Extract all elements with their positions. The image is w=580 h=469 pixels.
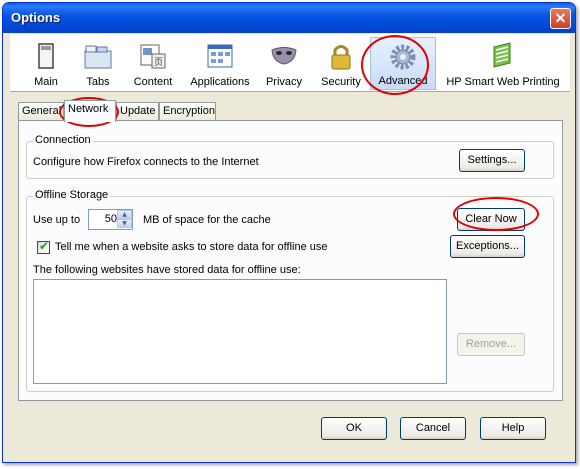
connection-caption: Connection [33,134,93,146]
cache-size-value[interactable]: 50 [89,210,117,229]
toolbar-applications-label: Applications [190,76,250,88]
offline-list-label: The following websites have stored data … [33,264,301,276]
options-dialog: Options ✕ Main Tabs 页 Content Applicatio… [2,2,576,463]
window-title: Options [11,10,61,25]
use-up-to-label: Use up to [33,214,81,226]
toolbar-advanced-label: Advanced [378,75,428,87]
tab-encryption[interactable]: Encryption [159,102,216,121]
network-panel: Connection Configure how Firefox connect… [18,120,563,401]
offline-storage-caption: Offline Storage [33,189,111,201]
toolbar-privacy-button[interactable]: Privacy [260,37,308,90]
toolbar-content-button[interactable]: 页 Content [126,37,180,90]
spin-up-icon[interactable]: ▲ [117,210,132,219]
hp-smart-web-printing-icon [493,42,511,68]
content-icon: 页 [140,44,166,69]
toolbar-privacy-label: Privacy [265,76,303,88]
connection-description: Configure how Firefox connects to the In… [33,156,259,168]
toolbar-main-button[interactable]: Main [24,37,68,90]
toolbar-security-button[interactable]: Security [316,37,366,90]
close-button[interactable]: ✕ [550,8,571,29]
checkmark-icon: ✔ [39,239,50,253]
offline-storage-group: Offline Storage Use up to 50 ▲ ▼ MB of s… [26,189,554,392]
settings-button[interactable]: Settings... [459,149,525,172]
toolbar-applications-button[interactable]: Applications [186,37,254,90]
toolbar-hp-smart-web-printing-button[interactable]: HP Smart Web Printing [442,37,564,90]
cache-suffix-label: MB of space for the cache [143,214,271,226]
tab-general[interactable]: General [18,102,64,121]
spin-down-icon[interactable]: ▼ [117,219,132,228]
main-window-icon [38,43,54,69]
cancel-button[interactable]: Cancel [400,417,466,440]
toolbar-tabs-button[interactable]: Tabs [76,37,120,90]
toolbar-main-label: Main [34,76,58,88]
clear-now-button[interactable]: Clear Now [457,208,525,231]
toolbar-hp-label: HP Smart Web Printing [446,76,560,88]
tell-me-label[interactable]: Tell me when a website asks to store dat… [55,241,328,253]
help-button[interactable]: Help [480,417,546,440]
svg-text:页: 页 [154,57,163,68]
options-toolbar: Main Tabs 页 Content Applications Privacy… [10,34,570,92]
ok-button[interactable]: OK [321,417,387,440]
toolbar-content-label: Content [133,76,173,88]
tabs-icon [84,45,112,69]
toolbar-tabs-label: Tabs [86,76,110,88]
advanced-gear-icon [390,44,416,70]
applications-icon [207,44,233,68]
connection-group: Connection Configure how Firefox connect… [26,134,554,179]
security-lock-icon [331,45,351,70]
tell-me-checkbox[interactable]: ✔ [37,239,50,254]
exceptions-button[interactable]: Exceptions... [450,235,525,258]
remove-button[interactable]: Remove... [457,333,525,356]
spinner-arrows[interactable]: ▲ ▼ [117,210,132,229]
title-bar[interactable]: Options ✕ [3,3,575,33]
toolbar-advanced-button[interactable]: Advanced [370,37,436,90]
offline-websites-list[interactable] [33,279,447,384]
tab-network[interactable]: Network [64,100,116,122]
tab-update[interactable]: Update [116,102,159,121]
toolbar-security-label: Security [321,76,361,88]
privacy-mask-icon [271,47,297,65]
cache-size-spinner[interactable]: 50 ▲ ▼ [88,209,133,230]
